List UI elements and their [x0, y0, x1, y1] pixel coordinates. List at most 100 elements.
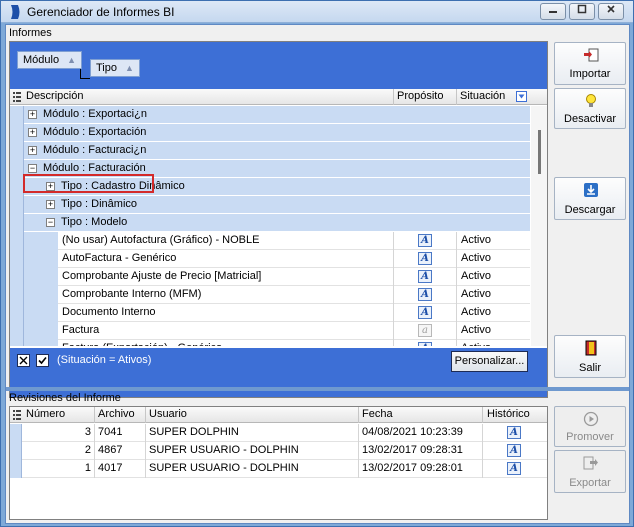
report-gray-icon[interactable]: a	[418, 324, 432, 337]
informes-rows: + Módulo : Exportaci¿n + Módulo : Exportaci…	[10, 106, 530, 346]
expand-icon[interactable]: +	[46, 200, 55, 209]
revision-numero: 2	[84, 444, 91, 456]
app-logo-icon	[11, 5, 20, 19]
expand-icon[interactable]: +	[28, 128, 37, 137]
highlight-annotation	[23, 174, 154, 193]
revision-archivo: 4017	[98, 462, 123, 474]
report-icon[interactable]: A	[418, 342, 432, 346]
minimize-button[interactable]	[540, 3, 566, 20]
report-name: (No usar) Autofactura (Gráfico) - NOBLE	[62, 234, 260, 246]
row-selector[interactable]	[10, 232, 24, 250]
vertical-scrollbar[interactable]	[531, 106, 547, 346]
report-icon[interactable]: A	[418, 270, 432, 283]
row-selector[interactable]	[10, 286, 24, 304]
report-row[interactable]: AutoFactura - Genérico A Activo	[10, 250, 530, 268]
col-situacion[interactable]: Situación	[460, 90, 505, 102]
col-separator	[393, 286, 394, 304]
group-chip-tipo[interactable]: Tipo ▲	[90, 59, 140, 77]
row-selector[interactable]	[10, 250, 24, 268]
col-separator	[393, 340, 394, 346]
row-selector[interactable]	[10, 268, 24, 286]
row-selector[interactable]	[10, 124, 24, 142]
row-selector[interactable]	[10, 178, 24, 196]
expand-icon[interactable]: +	[28, 110, 37, 119]
col-separator	[145, 407, 146, 423]
row-selector[interactable]	[10, 460, 22, 478]
row-selector[interactable]	[10, 304, 24, 322]
group-row-tipo[interactable]: + Tipo : Dinâmico	[10, 196, 530, 214]
report-icon[interactable]: A	[418, 306, 432, 319]
col-descripcion[interactable]: Descripción	[26, 90, 83, 102]
row-selector[interactable]	[10, 142, 24, 160]
group-by-panel: Módulo ▲ Tipo ▲	[10, 42, 547, 89]
filter-dropdown-icon[interactable]	[516, 91, 527, 102]
report-row[interactable]: Documento Interno A Activo	[10, 304, 530, 322]
expand-icon[interactable]: +	[28, 146, 37, 155]
report-row[interactable]: Factura a Activo	[10, 322, 530, 340]
row-selector[interactable]	[10, 322, 24, 340]
col-separator	[358, 424, 359, 442]
report-row[interactable]: (No usar) Autofactura (Gráfico) - NOBLE A…	[10, 232, 530, 250]
col-usuario[interactable]: Usuario	[149, 408, 187, 420]
row-selector[interactable]	[10, 424, 22, 442]
historico-icon[interactable]: A	[507, 462, 521, 475]
column-chooser-icon[interactable]	[13, 92, 21, 102]
scrollbar-thumb[interactable]	[538, 130, 541, 174]
close-button[interactable]	[598, 3, 624, 20]
promover-button[interactable]: Promover	[554, 406, 626, 447]
clear-filter-button[interactable]	[17, 354, 30, 367]
importar-button[interactable]: Importar	[554, 42, 626, 85]
column-chooser-icon[interactable]	[13, 410, 21, 420]
descargar-button[interactable]: Descargar	[554, 177, 626, 220]
desactivar-button[interactable]: Desactivar	[554, 88, 626, 129]
historico-icon[interactable]: A	[507, 426, 521, 439]
row-selector[interactable]	[10, 442, 22, 460]
col-separator	[456, 340, 457, 346]
minimize-icon	[549, 11, 557, 13]
revision-archivo: 4867	[98, 444, 123, 456]
report-row[interactable]: Factura (Exportación) - Genérico A Activo	[10, 340, 530, 346]
personalizar-button[interactable]: Personalizar...	[451, 351, 528, 372]
row-selector[interactable]	[10, 340, 24, 346]
title-bar[interactable]: Gerenciador de Informes BI	[1, 1, 633, 23]
group-row-modulo[interactable]: + Módulo : Exportaci¿n	[10, 106, 530, 124]
revision-row[interactable]: 1 4017 SUPER USUARIO - DOLPHIN 13/02/2017 0…	[10, 460, 547, 478]
exportar-label: Exportar	[569, 477, 611, 489]
col-historico[interactable]: Histórico	[487, 408, 530, 420]
informes-grid: Módulo ▲ Tipo ▲ Descripción Propósito Situ…	[9, 41, 548, 398]
historico-icon[interactable]: A	[507, 444, 521, 457]
col-numero[interactable]: Número	[26, 408, 65, 420]
group-row-modulo[interactable]: + Módulo : Exportación	[10, 124, 530, 142]
row-selector[interactable]	[10, 106, 24, 124]
row-selector[interactable]	[10, 196, 24, 214]
salir-button[interactable]: Salir	[554, 335, 626, 378]
report-icon[interactable]: A	[418, 252, 432, 265]
col-separator	[94, 407, 95, 423]
group-row-tipo[interactable]: − Tipo : Modelo	[10, 214, 530, 232]
splitter[interactable]	[6, 387, 629, 391]
col-separator	[358, 460, 359, 478]
revision-row[interactable]: 2 4867 SUPER USUARIO - DOLPHIN 13/02/2017 0…	[10, 442, 547, 460]
collapse-icon[interactable]: −	[28, 164, 37, 173]
revision-row[interactable]: 3 7041 SUPER DOLPHIN 04/08/2021 10:23:39 A	[10, 424, 547, 442]
report-row[interactable]: Comprobante Ajuste de Precio [Matricial]…	[10, 268, 530, 286]
col-archivo[interactable]: Archivo	[98, 408, 135, 420]
col-fecha[interactable]: Fecha	[362, 408, 393, 420]
report-icon[interactable]: A	[418, 288, 432, 301]
filter-expression[interactable]: (Situación = Ativos)	[57, 354, 151, 366]
download-icon	[584, 183, 598, 197]
col-proposito[interactable]: Propósito	[397, 90, 443, 102]
maximize-button[interactable]	[569, 3, 595, 20]
exportar-button[interactable]: Exportar	[554, 450, 626, 493]
report-row[interactable]: Comprobante Interno (MFM) A Activo	[10, 286, 530, 304]
client-area: Informes Módulo ▲ Tipo ▲ Descripción Pro…	[5, 24, 630, 524]
row-selector[interactable]	[10, 160, 24, 178]
row-selector[interactable]	[10, 214, 24, 232]
collapse-icon[interactable]: −	[46, 218, 55, 227]
filter-enabled-checkbox[interactable]	[36, 354, 49, 367]
situacion-value: Activo	[461, 288, 491, 300]
report-icon[interactable]: A	[418, 234, 432, 247]
report-name: Comprobante Interno (MFM)	[62, 288, 202, 300]
group-row-modulo[interactable]: + Módulo : Facturaci¿n	[10, 142, 530, 160]
group-chip-modulo[interactable]: Módulo ▲	[17, 51, 82, 69]
